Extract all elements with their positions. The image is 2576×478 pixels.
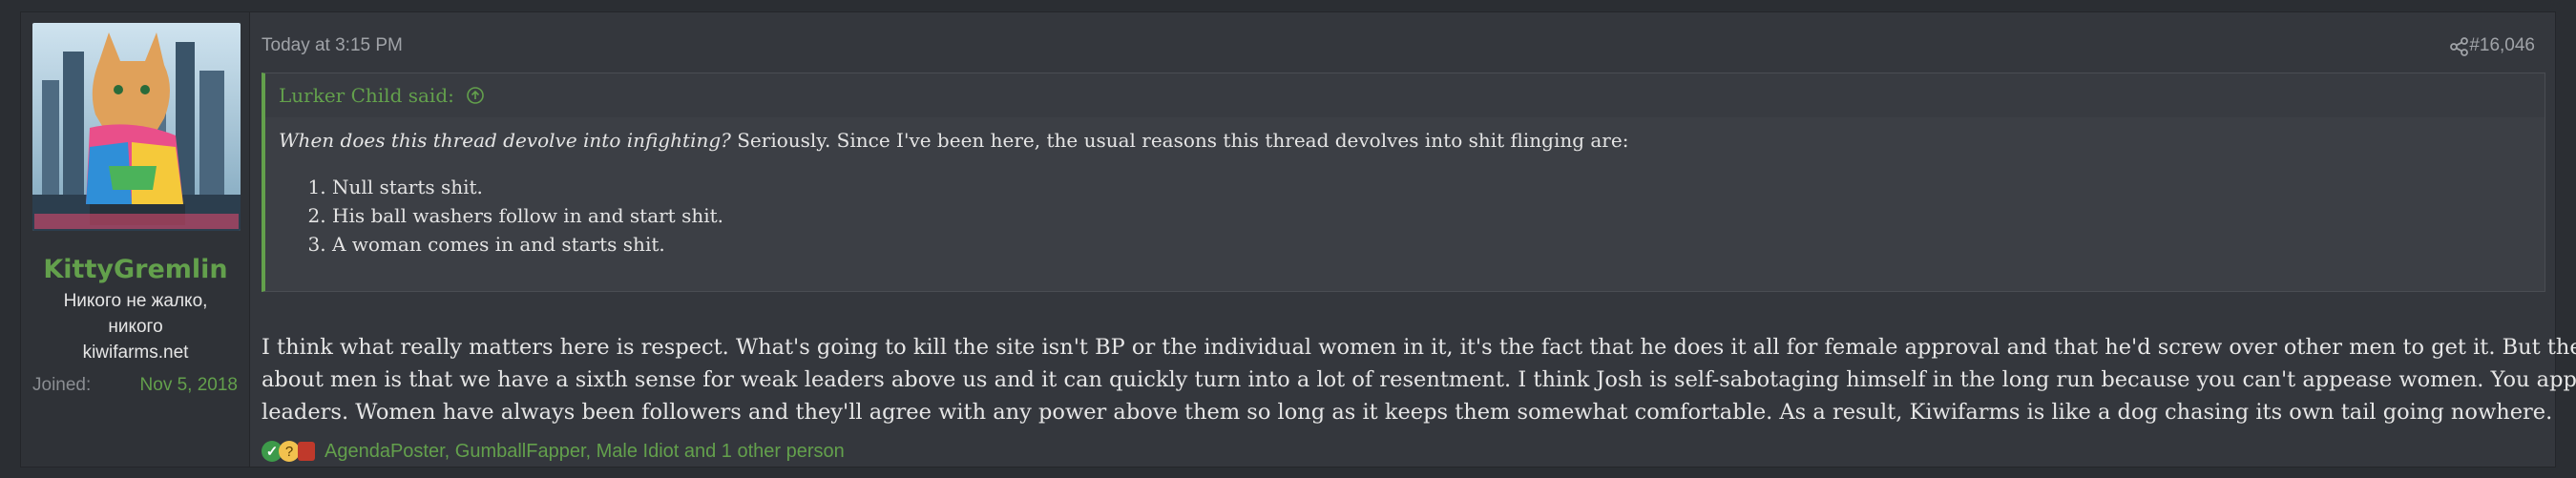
reaction-users-link[interactable]: AgendaPoster, GumballFapper, Male Idiot … — [325, 441, 845, 463]
reaction-bar[interactable]: ✓ ? AgendaPoster, GumballFapper, Male Id… — [262, 439, 845, 464]
user-title-line: никого — [108, 317, 163, 337]
user-title-line: kiwifarms.net — [82, 343, 189, 363]
user-title-line: Никого не жалко, — [63, 291, 208, 311]
forum-post: KittyGremlin Никого не жалко, никого kiw… — [20, 11, 2576, 468]
post-body-line: leaders. Women have always been follower… — [262, 400, 2553, 425]
post-body: I think what really matters here is resp… — [262, 331, 2576, 428]
avatar-image — [32, 23, 241, 231]
list-item: A woman comes in and starts shit. — [332, 230, 2531, 259]
user-title: Никого не жалко, никого kiwifarms.net — [21, 288, 250, 365]
user-info-panel: KittyGremlin Никого не жалко, никого kiw… — [21, 12, 250, 467]
username[interactable]: KittyGremlin — [21, 255, 250, 284]
quote-intro: When does this thread devolve into infig… — [279, 129, 2531, 152]
post-timestamp[interactable]: Today at 3:15 PM — [262, 35, 403, 56]
quote-intro-rest: Seriously. Since I've been here, the usu… — [730, 129, 1629, 152]
share-icon[interactable] — [2449, 36, 2470, 57]
post-number-link[interactable]: #16,046 — [2469, 35, 2535, 56]
quote-intro-italic: When does this thread devolve into infig… — [279, 129, 731, 152]
post-body-line: about men is that we have a sixth sense … — [262, 367, 2576, 392]
quote-header[interactable]: Lurker Child said: — [265, 73, 2545, 117]
joined-date: Nov 5, 2018 — [139, 375, 238, 395]
quote-content: When does this thread devolve into infig… — [279, 129, 2531, 259]
quote-list: Null starts shit. His ball washers follo… — [279, 173, 2531, 259]
quote-block: Lurker Child said: When does this thread… — [262, 73, 2545, 292]
flag-reaction-icon[interactable] — [298, 442, 315, 461]
avatar[interactable] — [32, 23, 241, 231]
quote-author[interactable]: Lurker Child said: — [279, 84, 454, 107]
arrow-up-circle-icon[interactable] — [466, 86, 485, 105]
thinking-reaction-icon[interactable]: ? — [279, 441, 300, 462]
post-body-line: I think what really matters here is resp… — [262, 335, 2576, 360]
list-item: His ball washers follow in and start shi… — [332, 201, 2531, 230]
joined-label: Joined: — [32, 375, 92, 395]
list-item: Null starts shit. — [332, 173, 2531, 201]
